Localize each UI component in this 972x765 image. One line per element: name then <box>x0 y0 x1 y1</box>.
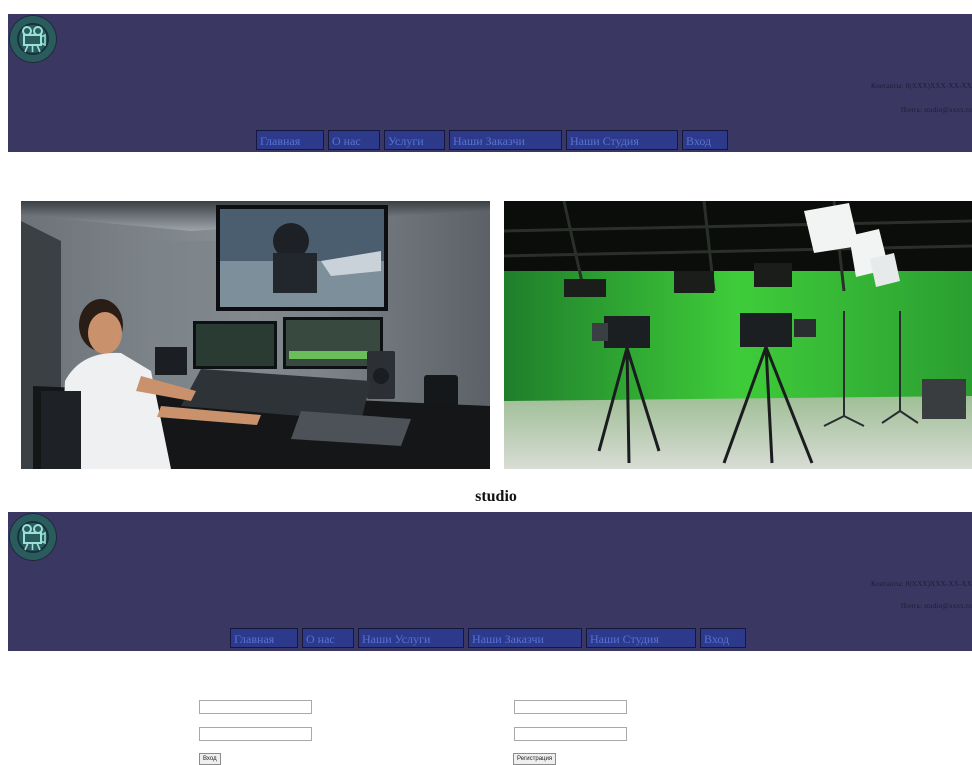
register-username-input[interactable] <box>514 700 627 714</box>
contact-email: Почта: studio@xxxx.ru <box>900 602 972 610</box>
register-submit-button[interactable]: Регистрация <box>513 753 557 765</box>
nav-link-services[interactable]: Наши Услуги <box>358 628 464 648</box>
film-camera-icon[interactable] <box>10 514 56 560</box>
nav-link-home[interactable]: Главная <box>230 628 298 648</box>
login-username-input[interactable] <box>199 700 312 714</box>
register-password-input[interactable] <box>514 727 627 741</box>
editing-suite-photo <box>21 201 490 469</box>
nav-link-login[interactable]: Вход <box>682 130 728 150</box>
nav-link-clients[interactable]: Наши Заказчи <box>449 130 562 150</box>
contact-phone: Контакты: 8(XXX)XXX-XX-XX <box>871 82 972 90</box>
contact-phone: Контакты: 8(XXX)XXX-XX-XX <box>871 580 972 588</box>
nav-link-clients[interactable]: Наши Заказчи <box>468 628 582 648</box>
page-caption: studio <box>475 488 517 505</box>
nav-link-about[interactable]: О нас <box>328 130 380 150</box>
nav-link-about[interactable]: О нас <box>302 628 354 648</box>
main-nav: Главная О нас Услуги Наши Заказчи Наши С… <box>256 130 728 150</box>
nav-link-studio[interactable]: Наши Студия <box>566 130 678 150</box>
nav-link-home[interactable]: Главная <box>256 130 324 150</box>
site-header: Контакты: 8(XXX)XXX-XX-XX Почта: studio@… <box>8 14 972 152</box>
site-header-secondary: Контакты: 8(XXX)XXX-XX-XX Почта: studio@… <box>8 512 972 651</box>
login-submit-button[interactable]: Вход <box>199 753 221 765</box>
nav-link-studio[interactable]: Наши Студия <box>586 628 696 648</box>
contact-email: Почта: studio@xxxx.ru <box>900 106 972 114</box>
nav-link-services[interactable]: Услуги <box>384 130 445 150</box>
film-camera-icon[interactable] <box>10 16 56 62</box>
main-nav: Главная О нас Наши Услуги Наши Заказчи Н… <box>230 628 746 648</box>
green-screen-studio-photo <box>504 201 972 469</box>
login-password-input[interactable] <box>199 727 312 741</box>
nav-link-login[interactable]: Вход <box>700 628 746 648</box>
